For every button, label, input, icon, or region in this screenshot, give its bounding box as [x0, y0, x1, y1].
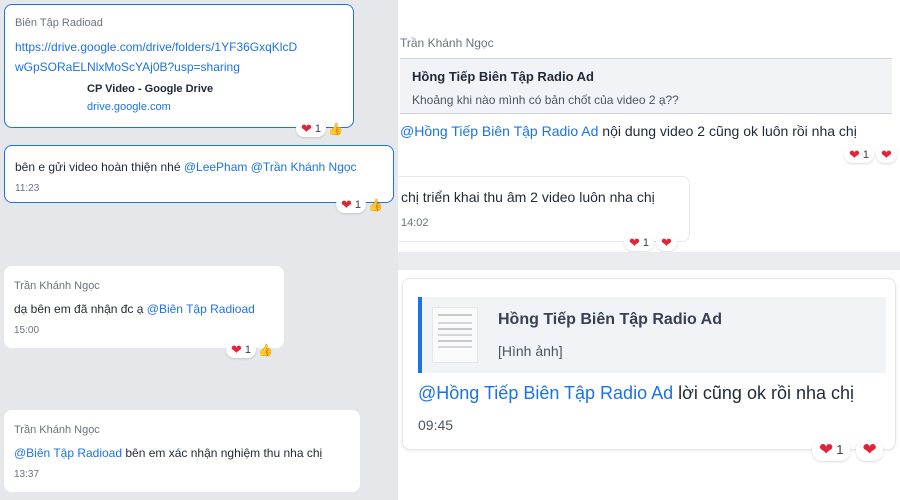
- message-time: 13:37: [14, 469, 40, 480]
- quoted-message[interactable]: Hồng Tiếp Biên Tập Radio Ad [Hình ảnh]: [418, 297, 886, 373]
- message-text: bên e gửi video hoàn thiện nhé @LeePham …: [15, 160, 357, 174]
- quote-author: Hồng Tiếp Biên Tập Radio Ad: [498, 311, 722, 328]
- reaction-count-pill[interactable]: ❤ 1: [226, 341, 257, 358]
- reaction-count-pill[interactable]: ❤ 1: [336, 196, 367, 213]
- reaction-bar[interactable]: ❤ 1 ❤: [624, 234, 677, 251]
- quoted-message[interactable]: Hồng Tiếp Biên Tập Radio Ad Khoảng khi n…: [400, 58, 892, 114]
- reaction-count: 1: [354, 198, 362, 211]
- message-bubble[interactable]: Hồng Tiếp Biên Tập Radio Ad Khoảng khi n…: [398, 54, 900, 162]
- heart-react-button[interactable]: ❤: [856, 438, 883, 461]
- reaction-count-pill[interactable]: ❤ 1: [812, 438, 851, 461]
- message-time: 14:02: [401, 217, 429, 229]
- reaction-count-pill[interactable]: ❤ 1: [296, 120, 327, 137]
- heart-icon: ❤: [881, 147, 892, 162]
- message-bubble[interactable]: bên e gửi video hoàn thiện nhé @LeePham …: [4, 145, 394, 203]
- message-bubble[interactable]: Trần Khánh Ngọc dạ bên em đã nhận đc ạ @…: [4, 266, 284, 348]
- message-bubble[interactable]: Trần Khánh Ngọc @Biên Tập Radioad bên em…: [4, 410, 360, 492]
- message-time: 15:00: [14, 325, 40, 336]
- thumbs-up-icon[interactable]: 👍: [368, 199, 383, 211]
- sender-name: Trần Khánh Ngọc: [400, 36, 494, 50]
- mention-hong-tiep[interactable]: @Hồng Tiếp Biên Tập Radio Ad: [400, 123, 598, 139]
- heart-react-button[interactable]: ❤: [656, 234, 677, 251]
- reaction-count-pill[interactable]: ❤ 1: [624, 234, 655, 251]
- quote-text: Khoảng khi nào mình có bản chốt của vide…: [412, 93, 679, 107]
- heart-icon: ❤: [629, 235, 640, 250]
- heart-icon: ❤: [231, 342, 242, 357]
- drive-link-line-1[interactable]: https://drive.google.com/drive/folders/1…: [15, 37, 351, 57]
- image-thumbnail[interactable]: [432, 307, 478, 363]
- reaction-count: 1: [244, 343, 252, 356]
- drive-link-line-2[interactable]: wGpSORaELNlxMoScYAj0B?usp=sharing: [15, 57, 351, 77]
- message-bubble[interactable]: chị triển khai thu âm 2 video luôn nha c…: [398, 176, 690, 242]
- message-text-plain: bên em xác nhận nghiệm thu nha chị: [122, 446, 323, 460]
- mention-bien-tap-radioad[interactable]: @Biên Tập Radioad: [147, 302, 255, 316]
- message-text-plain: lời cũng ok rồi nha chị: [673, 383, 855, 403]
- reaction-count: 1: [862, 148, 870, 161]
- mention-bien-tap-radioad[interactable]: @Biên Tập Radioad: [14, 446, 122, 460]
- reaction-bar[interactable]: ❤ 1 👍: [336, 196, 383, 213]
- drive-link[interactable]: https://drive.google.com/drive/folders/1…: [15, 37, 351, 77]
- sender-name: Trần Khánh Ngọc: [14, 424, 100, 436]
- sender-name: Biên Tập Radioad: [15, 17, 103, 29]
- message-time: 11:23: [15, 183, 40, 194]
- reaction-count: 1: [836, 442, 844, 457]
- link-preview-domain: drive.google.com: [87, 101, 171, 113]
- heart-icon: ❤: [341, 197, 352, 212]
- message-text: @Hồng Tiếp Biên Tập Radio Ad lời cũng ok…: [418, 383, 854, 404]
- sender-name: Trần Khánh Ngọc: [14, 280, 100, 292]
- link-preview[interactable]: CP Video - Google Drive drive.google.com: [87, 83, 213, 113]
- thumbs-up-icon[interactable]: 👍: [258, 344, 273, 356]
- quote-author: Hồng Tiếp Biên Tập Radio Ad: [412, 69, 594, 84]
- reaction-bar[interactable]: ❤ 1 👍: [226, 341, 273, 358]
- link-preview-title: CP Video - Google Drive: [87, 83, 214, 95]
- mention-hong-tiep[interactable]: @Hồng Tiếp Biên Tập Radio Ad: [418, 383, 673, 403]
- message-time: 09:45: [418, 417, 454, 433]
- message-text: dạ bên em đã nhận đc ạ @Biên Tập Radioad: [14, 302, 255, 316]
- mention-tran-khanh-ngoc[interactable]: @Trần Khánh Ngọc: [251, 160, 357, 174]
- reaction-bar[interactable]: ❤ 1 👍: [296, 120, 343, 137]
- heart-icon: ❤: [661, 235, 672, 250]
- heart-icon: ❤: [301, 121, 312, 136]
- message-text-plain: nội dung video 2 cũng ok luôn rồi nha ch…: [598, 123, 857, 139]
- heart-icon: ❤: [819, 440, 834, 459]
- message-divider: [398, 252, 900, 270]
- heart-react-button[interactable]: ❤: [876, 146, 897, 163]
- reaction-count-pill[interactable]: ❤ 1: [844, 146, 875, 163]
- message-text-plain: dạ bên em đã nhận đc ạ: [14, 302, 147, 316]
- thumbs-up-icon[interactable]: 👍: [328, 123, 343, 135]
- message-bubble[interactable]: Hồng Tiếp Biên Tập Radio Ad [Hình ảnh] @…: [402, 278, 896, 450]
- chat-panel-left: Biên Tập Radioad https://drive.google.co…: [0, 0, 398, 500]
- heart-icon: ❤: [862, 440, 877, 459]
- message-text-plain: bên e gửi video hoàn thiện nhé: [15, 160, 184, 174]
- reaction-count: 1: [642, 236, 650, 249]
- reaction-bar[interactable]: ❤ 1 ❤: [812, 438, 883, 461]
- reaction-bar[interactable]: ❤ 1 ❤: [844, 146, 897, 163]
- message-bubble-drive-link[interactable]: Biên Tập Radioad https://drive.google.co…: [4, 4, 354, 128]
- message-text: @Hồng Tiếp Biên Tập Radio Ad nội dung vi…: [400, 123, 857, 139]
- mention-leepham[interactable]: @LeePham: [184, 160, 248, 174]
- message-text: chị triển khai thu âm 2 video luôn nha c…: [401, 189, 655, 205]
- reaction-count: 1: [314, 122, 322, 135]
- message-text: @Biên Tập Radioad bên em xác nhận nghiệm…: [14, 446, 322, 460]
- heart-icon: ❤: [849, 147, 860, 162]
- quote-text: [Hình ảnh]: [498, 343, 563, 359]
- chat-panel-right: Trần Khánh Ngọc Hồng Tiếp Biên Tập Radio…: [398, 0, 900, 500]
